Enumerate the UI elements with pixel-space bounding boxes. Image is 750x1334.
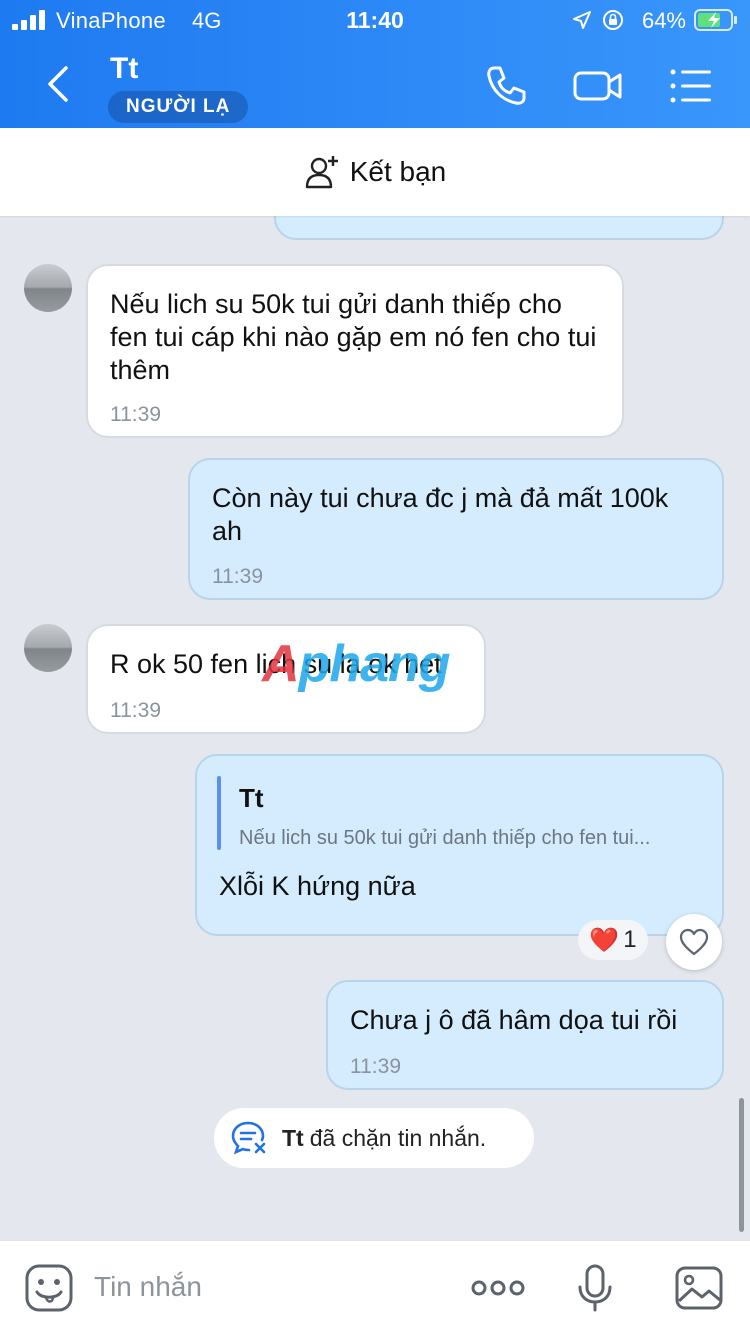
blocked-notice: Tt đã chặn tin nhắn.: [214, 1108, 534, 1168]
message-bubble-outgoing[interactable]: Chưa j ô đã hâm dọa tui rồi 11:39: [326, 980, 724, 1090]
message-composer: Tin nhắn: [0, 1240, 750, 1334]
message-bubble-partial[interactable]: [274, 216, 724, 240]
voice-call-button[interactable]: [482, 62, 530, 110]
back-button[interactable]: [36, 60, 80, 108]
watermark-logo: Aphang: [262, 635, 451, 693]
message-list[interactable]: Nếu lich su 50k tui gửi danh thiếp cho f…: [0, 216, 750, 1240]
sticker-button[interactable]: [24, 1263, 74, 1313]
message-bubble-outgoing[interactable]: Còn này tui chưa đc j mà đả mất 100k ah …: [188, 458, 724, 600]
more-options-button[interactable]: [470, 1263, 526, 1313]
add-user-icon: [305, 156, 338, 189]
reaction-count: 1: [623, 926, 637, 953]
message-input[interactable]: Tin nhắn: [94, 1271, 202, 1303]
heart-outline-icon: [679, 928, 709, 956]
battery-percent: 64%: [641, 8, 686, 33]
message-text: Xlỗi K hứng nữa: [219, 871, 416, 901]
avatar[interactable]: [24, 264, 72, 312]
message-text: Chưa j ô đã hâm dọa tui rồi: [350, 1005, 678, 1035]
video-call-button[interactable]: [572, 62, 624, 110]
battery-icon: [694, 9, 737, 31]
message-text: Còn này tui chưa đc j mà đả mất 100k ah: [212, 483, 669, 546]
add-friend-label: Kết bạn: [349, 156, 447, 187]
message-time: 11:39: [350, 1055, 401, 1078]
rotation-lock-icon: [603, 10, 623, 30]
scrollbar[interactable]: [739, 1098, 744, 1232]
blocked-chat-icon: [231, 1121, 266, 1155]
add-friend-bar[interactable]: Kết bạn: [0, 128, 750, 216]
contact-name[interactable]: Tt: [110, 52, 138, 86]
message-time: 11:39: [110, 403, 161, 426]
react-button[interactable]: [666, 914, 722, 970]
stranger-badge: NGƯỜI LẠ: [108, 91, 249, 123]
location-icon: [573, 11, 591, 29]
message-time: 11:39: [212, 565, 263, 588]
heart-icon: ❤️: [589, 926, 620, 954]
menu-button[interactable]: [668, 62, 716, 110]
status-bar: VinaPhone 4G 11:40 64%: [0, 0, 750, 40]
message-text: Nếu lich su 50k tui gửi danh thiếp cho f…: [110, 289, 597, 385]
notice-text: đã chặn tin nhắn.: [309, 1124, 487, 1151]
avatar[interactable]: [24, 624, 72, 672]
message-time: 11:39: [110, 699, 161, 722]
message-bubble-reply[interactable]: Tt Nếu lich su 50k tui gửi danh thiếp ch…: [195, 754, 724, 936]
chat-header: VinaPhone 4G 11:40 64% Tt NGƯỜI LẠ: [0, 0, 750, 128]
reaction-badge[interactable]: ❤️ 1: [578, 920, 648, 960]
quote-bar: [217, 776, 221, 850]
microphone-button[interactable]: [570, 1263, 620, 1313]
message-bubble-incoming[interactable]: Nếu lich su 50k tui gửi danh thiếp cho f…: [86, 264, 624, 438]
image-button[interactable]: [674, 1263, 724, 1313]
clock: 11:40: [346, 7, 404, 33]
quote-sender: Tt: [239, 783, 264, 813]
quote-text[interactable]: Nếu lich su 50k tui gửi danh thiếp cho f…: [239, 822, 650, 855]
notice-name: Tt: [282, 1124, 304, 1151]
